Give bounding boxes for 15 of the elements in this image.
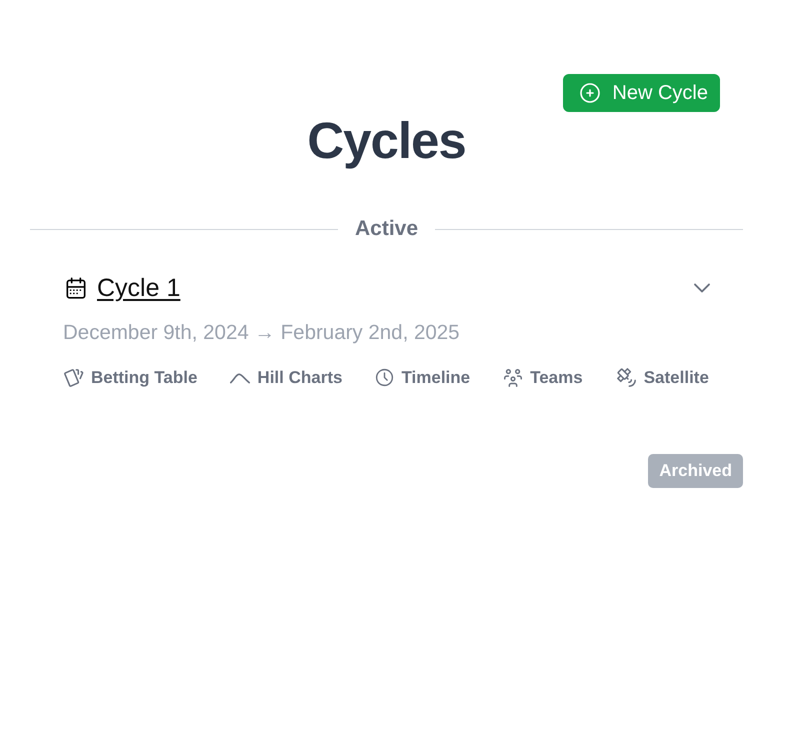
people-group-icon	[502, 366, 524, 388]
cycle-link[interactable]: Cycle 1	[97, 274, 180, 302]
plus-circle-icon	[578, 81, 602, 105]
cards-icon	[62, 366, 85, 389]
section-label: Active	[354, 217, 418, 241]
cycle-nav-link[interactable]: Betting Table	[62, 366, 198, 389]
satellite-icon	[614, 366, 638, 389]
cycle-nav-link[interactable]: Hill Charts	[229, 366, 342, 388]
page-title: Cycles	[306, 112, 467, 170]
cycle-nav-link[interactable]: Teams	[502, 366, 583, 388]
cycle-nav-link[interactable]: Timeline	[374, 366, 470, 388]
new-cycle-button[interactable]: New Cycle	[563, 74, 720, 112]
cycle-nav-link[interactable]: Satellite	[614, 366, 709, 389]
clock-icon	[374, 367, 396, 388]
cycle-dates: December 9th, 2024 → February 2nd, 2025	[63, 321, 461, 345]
